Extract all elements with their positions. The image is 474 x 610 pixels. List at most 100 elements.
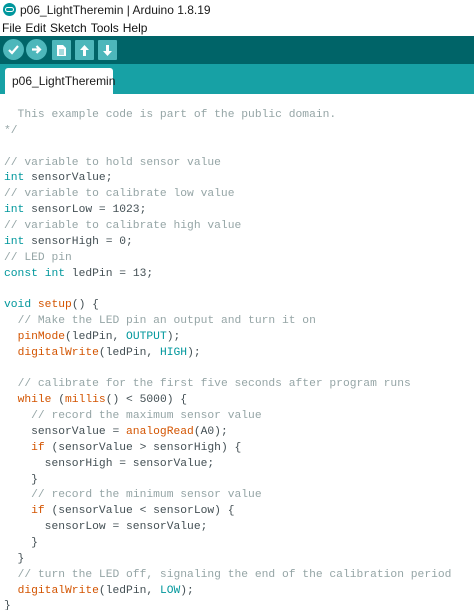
upload-button[interactable] (26, 39, 47, 60)
code-token: // variable to calibrate high value (4, 219, 242, 232)
tab-bar: p06_LightTheremin (0, 64, 474, 94)
code-line[interactable]: } (4, 472, 38, 488)
code-line[interactable]: // Make the LED pin an output and turn i… (4, 313, 316, 329)
menu-tools[interactable]: Tools (91, 21, 119, 35)
code-editor[interactable]: This example code is part of the public … (0, 94, 474, 610)
code-line[interactable]: void setup() { (4, 297, 99, 313)
menu-help[interactable]: Help (123, 21, 148, 35)
code-token: ); (180, 584, 194, 597)
code-token: (ledPin, (65, 330, 127, 343)
code-token: sensorValue = (4, 426, 127, 438)
code-token: if (31, 505, 45, 518)
code-line[interactable]: } (4, 535, 38, 551)
code-line[interactable]: // variable to calibrate high value (4, 218, 241, 234)
save-sketch-button[interactable] (98, 40, 117, 60)
code-token: () < 5000) { (105, 394, 188, 407)
menu-file[interactable]: File (2, 21, 21, 35)
code-token: } (4, 473, 38, 486)
code-token: digitalWrite (17, 346, 99, 359)
title-bar: p06_LightTheremin | Arduino 1.8.19 (0, 0, 474, 19)
code-line[interactable]: } (4, 598, 11, 610)
code-token: int (4, 235, 25, 248)
code-token: void (4, 299, 32, 312)
new-sketch-button[interactable] (52, 40, 71, 60)
window-title: p06_LightTheremin | Arduino 1.8.19 (20, 2, 211, 17)
code-token: analogRead (126, 426, 194, 438)
toolbar (0, 36, 474, 64)
code-token: int (4, 172, 25, 185)
code-token: digitalWrite (17, 584, 99, 597)
code-line[interactable]: digitalWrite(ledPin, HIGH); (4, 345, 201, 361)
code-line[interactable]: if (sensorValue < sensorLow) { (4, 503, 235, 519)
code-token: } (4, 536, 38, 549)
code-token: // turn the LED off, signaling the end o… (17, 568, 452, 581)
code-token: LOW (159, 584, 181, 597)
code-line[interactable]: int sensorLow = 1023; (4, 202, 146, 218)
code-token: // calibrate for the first five seconds … (17, 378, 411, 391)
tab-p06-lighttheremin[interactable]: p06_LightTheremin (5, 68, 115, 94)
code-line[interactable]: This example code is part of the public … (4, 107, 337, 123)
code-token: This example code is part of the public … (4, 109, 337, 121)
code-token: // variable to hold sensor value (4, 156, 221, 169)
code-token: HIGH (159, 346, 188, 359)
code-token: } (4, 600, 11, 610)
code-line[interactable]: // variable to calibrate low value (4, 186, 235, 202)
code-token: } (4, 552, 25, 565)
code-token: sensorLow = sensorValue; (4, 521, 208, 534)
code-token: OUTPUT (126, 330, 167, 343)
checkmark-icon (8, 45, 19, 55)
code-line[interactable]: sensorHigh = sensorValue; (4, 456, 215, 472)
code-token: setup (37, 299, 72, 312)
code-token: // Make the LED pin an output and turn i… (17, 315, 316, 328)
code-token: (sensorValue < sensorLow) { (44, 505, 235, 518)
code-line[interactable]: // turn the LED off, signaling the end o… (4, 567, 452, 583)
code-line[interactable]: if (sensorValue > sensorHigh) { (4, 440, 241, 456)
open-sketch-button[interactable] (75, 40, 94, 60)
code-token: (sensorValue > sensorHigh) { (44, 441, 242, 454)
code-line[interactable]: // record the maximum sensor value (4, 408, 262, 424)
code-token: sensorValue; (24, 172, 113, 185)
code-line[interactable]: int sensorHigh = 0; (4, 234, 133, 250)
code-line[interactable]: sensorValue = analogRead(A0); (4, 424, 228, 440)
menu-bar: File Edit Sketch Tools Help (0, 19, 474, 36)
code-token: int (44, 267, 66, 280)
code-line[interactable]: // record the minimum sensor value (4, 487, 262, 503)
code-line[interactable]: // calibrate for the first five seconds … (4, 376, 411, 392)
code-token: ledPin = 13; (65, 267, 154, 280)
code-line[interactable]: digitalWrite(ledPin, LOW); (4, 583, 194, 599)
code-token: ); (166, 330, 181, 343)
code-token: sensorHigh = 0; (24, 235, 133, 248)
code-token: millis (65, 394, 106, 407)
code-token: // LED pin (4, 251, 72, 264)
code-token: // record the maximum sensor value (31, 410, 262, 423)
code-line[interactable]: } (4, 551, 25, 567)
code-token: int (4, 204, 25, 217)
code-line[interactable]: */ (4, 123, 18, 139)
code-token: ); (187, 346, 201, 359)
code-token: sensorHigh = sensorValue; (4, 457, 215, 470)
menu-sketch[interactable]: Sketch (50, 21, 87, 35)
arrow-right-icon (32, 45, 42, 54)
code-line[interactable]: const int ledPin = 13; (4, 266, 153, 282)
code-token: const (4, 267, 38, 280)
code-line[interactable]: pinMode(ledPin, OUTPUT); (4, 329, 181, 345)
verify-button[interactable] (3, 39, 24, 60)
code-line[interactable]: while (millis() < 5000) { (4, 392, 188, 408)
menu-edit[interactable]: Edit (25, 21, 46, 35)
code-token: (A0); (193, 426, 228, 438)
code-token: */ (4, 124, 18, 137)
arrow-down-icon (103, 44, 112, 56)
code-line[interactable]: // variable to hold sensor value (4, 155, 221, 171)
code-line[interactable]: sensorLow = sensorValue; (4, 519, 208, 535)
code-line[interactable]: int sensorValue; (4, 170, 112, 186)
code-line[interactable]: // LED pin (4, 250, 72, 266)
